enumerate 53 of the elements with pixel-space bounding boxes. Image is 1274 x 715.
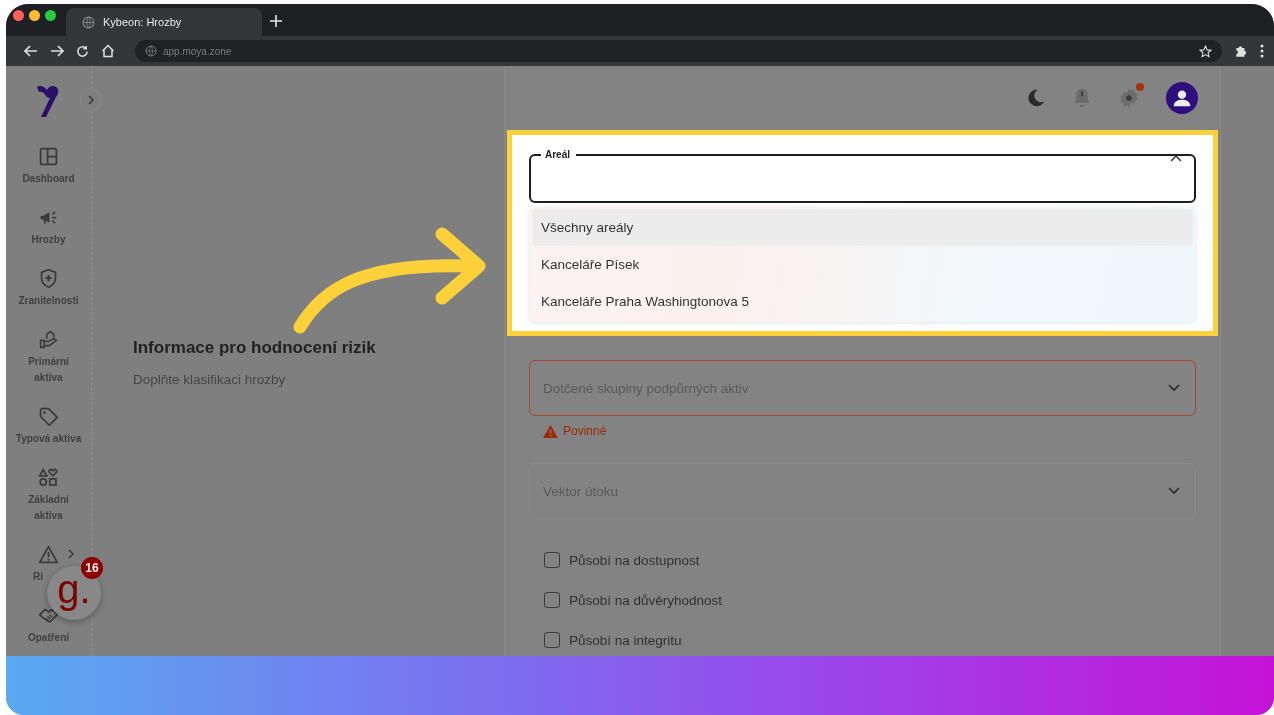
sidebar-label[interactable]: Dashboard [22,171,75,187]
back-icon[interactable] [24,44,38,58]
chevron-up-icon [1170,154,1182,162]
checkbox[interactable] [544,632,560,648]
moon-icon[interactable] [1026,88,1046,108]
field-label: Areál [544,149,571,160]
new-tab-icon[interactable] [270,15,282,27]
checkbox-label: Působí na důvěryhodnost [569,592,723,608]
shield-plus-icon[interactable] [38,268,59,289]
sidebar-label[interactable]: Základní aktiva [14,492,83,524]
forward-icon[interactable] [50,44,64,58]
section-subtitle: Doplňte klasifikaci hrozby [133,372,287,387]
sidebar-label[interactable]: Primární aktiva [14,354,83,386]
globe-icon [145,45,157,57]
settings-icon[interactable] [1118,87,1140,109]
sidebar-label[interactable]: Ri [33,569,43,585]
avatar-icon[interactable] [1166,82,1198,114]
dashboard-icon[interactable] [38,146,59,167]
notification-count: 16 [81,557,103,579]
chevron-down-icon [1168,384,1180,392]
chevron-down-icon [1168,487,1180,495]
chevron-right-icon [88,95,94,105]
checkbox-label: Působí na dostupnost [569,552,700,568]
checkbox[interactable] [544,592,560,608]
section-title: Informace pro hodnocení rizik [133,338,377,358]
hand-house-icon[interactable] [38,329,59,350]
area-select[interactable]: Areál [529,149,1196,203]
browser-tab[interactable]: Kybeon: Hrozby [66,8,262,36]
checkbox-label: Působí na integritu [569,632,682,648]
star-icon[interactable] [1199,44,1212,58]
more-icon[interactable] [1260,44,1264,58]
dropdown-option[interactable]: Kanceláře Praha Washingtonova 5 [532,283,1193,320]
checkbox[interactable] [544,552,560,568]
sidebar-label[interactable]: Zranitelnosti [18,293,79,309]
tag-icon[interactable] [38,406,59,427]
tab-title: Kybeon: Hrozby [103,16,182,28]
globe-icon [82,15,95,29]
dropdown-option[interactable]: Všechny areály [532,209,1193,246]
bell-icon[interactable] [1072,87,1092,109]
dropdown-option[interactable]: Kanceláře Písek [532,246,1193,283]
chevron-right-icon[interactable] [68,549,74,559]
puzzle-icon[interactable] [1234,44,1248,58]
warning-icon[interactable] [38,544,59,565]
expand-sidebar-button[interactable] [80,89,102,111]
reload-icon[interactable] [76,44,89,58]
shapes-icon[interactable] [38,467,59,488]
address-bar[interactable]: app.moya.zone [135,40,1222,62]
sidebar-label[interactable]: Typová aktiva [15,431,82,447]
sidebar-label[interactable]: Hrozby [31,232,66,248]
error-message: Povinné [563,424,607,438]
sidebar-label[interactable]: Opatření [27,630,70,646]
home-icon[interactable] [101,44,115,58]
warning-icon [543,424,558,438]
